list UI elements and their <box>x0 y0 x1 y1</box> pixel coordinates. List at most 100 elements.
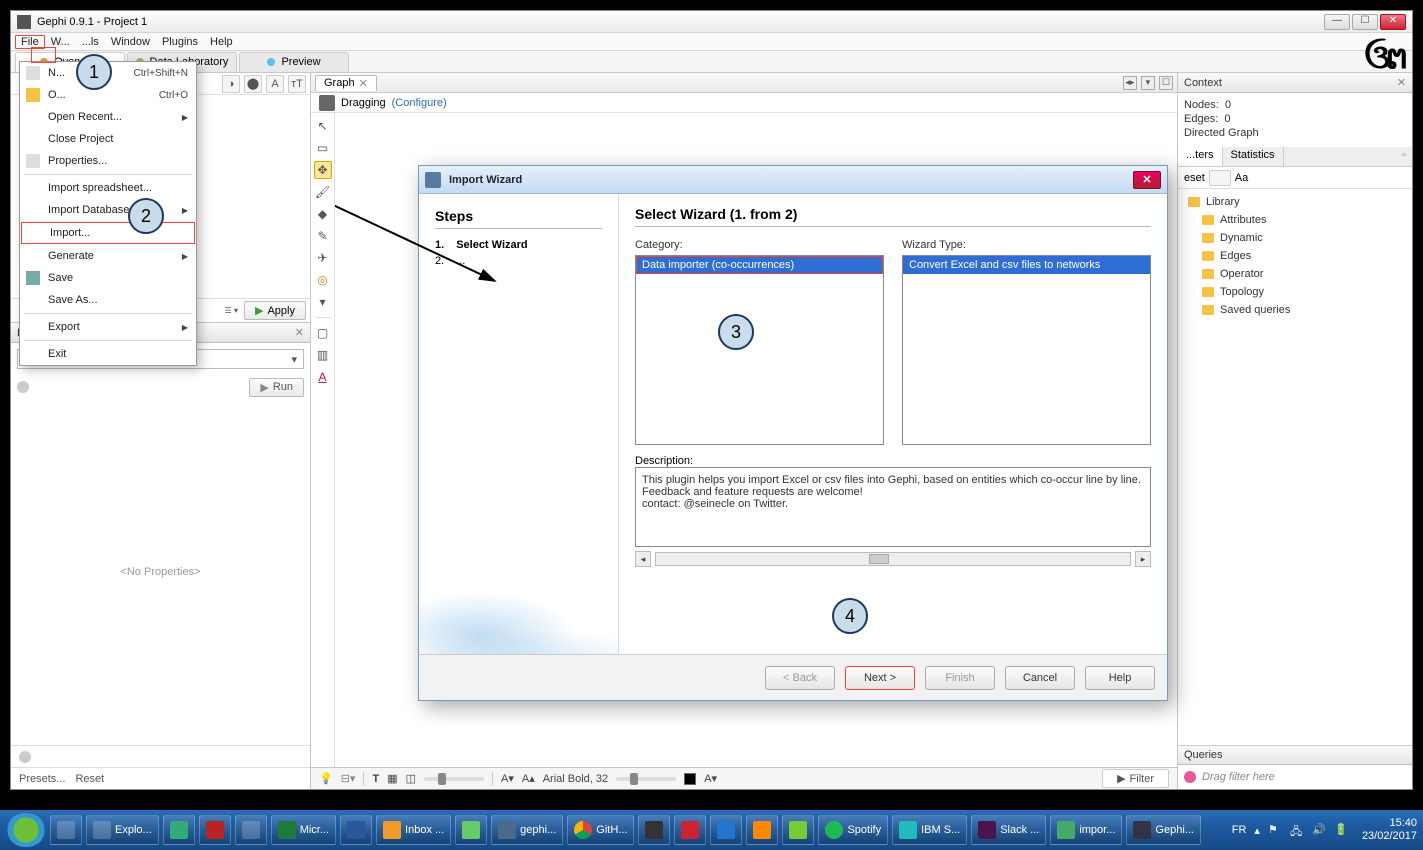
back-button[interactable]: < Back <box>765 666 835 690</box>
show-node-labels-icon[interactable]: ▦ <box>387 772 397 785</box>
switch-icon[interactable]: ⊟▾ <box>341 772 356 785</box>
pen-icon[interactable]: ✎ <box>314 227 332 245</box>
heatmap-icon[interactable]: ◎ <box>314 271 332 289</box>
rect-select-icon[interactable]: ▭ <box>314 139 332 157</box>
font-label[interactable]: Arial Bold, 32 <box>543 773 608 785</box>
graph-tab[interactable]: Graph ✕ <box>315 75 377 91</box>
menu-plugins[interactable]: Plugins <box>156 35 204 49</box>
brush-icon[interactable]: 🖌 <box>314 183 332 201</box>
dialog-close-button[interactable]: ✕ <box>1133 171 1161 189</box>
library-edges[interactable]: Edges <box>1196 247 1408 265</box>
library-saved[interactable]: Saved queries <box>1196 301 1408 319</box>
taskbar-excel[interactable]: Micr... <box>271 815 336 845</box>
settings-icon[interactable] <box>17 381 29 393</box>
menu-save[interactable]: Save <box>20 267 196 289</box>
finish-button[interactable]: Finish <box>925 666 995 690</box>
menu-exit[interactable]: Exit <box>20 343 196 365</box>
text-tool-icon[interactable]: A <box>314 368 332 386</box>
reset-link[interactable]: Reset <box>75 773 104 785</box>
menu-help[interactable]: Help <box>204 35 239 49</box>
library-dynamic[interactable]: Dynamic <box>1196 229 1408 247</box>
run-button[interactable]: ▶ Run <box>249 378 304 397</box>
panel-max-icon[interactable]: ☐ <box>1159 76 1173 90</box>
taskbar-word[interactable] <box>340 815 372 845</box>
scroll-left-icon[interactable]: ◂ <box>635 551 651 567</box>
reset-button[interactable]: eset <box>1184 172 1205 184</box>
window-close-button[interactable]: ✕ <box>1380 14 1406 30</box>
color-swatch[interactable] <box>684 773 696 785</box>
library-operator[interactable]: Operator <box>1196 265 1408 283</box>
tab-statistics[interactable]: Statistics <box>1223 147 1284 166</box>
square-tool-icon[interactable]: ▢ <box>314 324 332 342</box>
aa-icon[interactable]: Aa <box>1235 172 1248 184</box>
filter-button[interactable]: ▶Filter <box>1102 769 1169 788</box>
show-edge-labels-icon[interactable]: ◫ <box>406 772 416 785</box>
taskbar-outlook[interactable]: Inbox ... <box>376 815 451 845</box>
menu-export[interactable]: Export▶ <box>20 316 196 338</box>
menu-open-recent[interactable]: Open Recent...▶ <box>20 106 196 128</box>
tab-preview[interactable]: Preview <box>239 52 349 72</box>
menu-import-spreadsheet[interactable]: Import spreadsheet... <box>20 177 196 199</box>
menu-save-as[interactable]: Save As... <box>20 289 196 311</box>
panel-dropdown-icon[interactable]: ◂▸ <box>1123 76 1137 90</box>
taskbar-item[interactable] <box>163 815 195 845</box>
taskbar-slack[interactable]: Slack ... <box>971 815 1046 845</box>
tray-battery-icon[interactable]: 🔋 <box>1334 823 1348 837</box>
category-listbox[interactable]: Data importer (co-occurrences) <box>635 255 884 445</box>
menu-close-project[interactable]: Close Project <box>20 128 196 150</box>
menu-properties[interactable]: Properties... <box>20 150 196 172</box>
font-inc-icon[interactable]: A▴ <box>522 772 535 785</box>
label-color-icon[interactable]: A <box>266 75 284 93</box>
tray-network-icon[interactable]: 🖧 <box>1290 823 1304 837</box>
start-button[interactable] <box>6 813 46 847</box>
library-root[interactable]: Library <box>1182 193 1408 211</box>
color-icon[interactable]: ◑ <box>222 75 240 93</box>
library-attributes[interactable]: Attributes <box>1196 211 1408 229</box>
taskbar-item[interactable] <box>710 815 742 845</box>
shortest-path-icon[interactable]: ✈ <box>314 249 332 267</box>
options-caret-icon[interactable]: ☰ ▾ <box>225 306 238 315</box>
column-tool-icon[interactable]: ▥ <box>314 346 332 364</box>
configure-link[interactable]: (Configure) <box>392 97 447 109</box>
minimize-button[interactable]: — <box>1324 14 1350 30</box>
attributes-icon[interactable]: A▾ <box>704 772 717 785</box>
next-button[interactable]: Next > <box>845 666 915 690</box>
drag-tool-icon[interactable]: ✥ <box>314 161 332 179</box>
menu-import[interactable]: Import... <box>21 222 195 244</box>
font-dec-icon[interactable]: A▾ <box>501 772 514 785</box>
scroll-right-icon[interactable]: ▸ <box>1135 551 1151 567</box>
panel-dropdown-caret-icon[interactable]: ▾ <box>1141 76 1155 90</box>
wizard-type-listbox[interactable]: Convert Excel and csv files to networks <box>902 255 1151 445</box>
edge-weight-slider[interactable] <box>424 777 484 781</box>
taskbar-chrome[interactable]: GitH... <box>567 815 634 845</box>
system-clock[interactable]: 15:40 23/02/2017 <box>1362 817 1417 843</box>
category-option[interactable]: Data importer (co-occurrences) <box>636 256 883 274</box>
list-icon[interactable] <box>1209 170 1231 186</box>
tray-flag-icon[interactable]: ⚑ <box>1268 823 1282 837</box>
taskbar-item[interactable] <box>199 815 231 845</box>
panel-close-icon[interactable]: ▫ <box>1396 147 1412 166</box>
size-icon[interactable]: ⬤ <box>244 75 262 93</box>
tray-caret-icon[interactable]: ▴ <box>1254 824 1260 837</box>
taskbar-gephi[interactable]: gephi... <box>491 815 563 845</box>
library-topology[interactable]: Topology <box>1196 283 1408 301</box>
description-scrollbar[interactable]: ◂ ▸ <box>635 551 1151 567</box>
menu-window[interactable]: Window <box>105 35 156 49</box>
menu-open[interactable]: O...Ctrl+O <box>20 84 196 106</box>
label-size-icon[interactable]: тT <box>288 75 306 93</box>
panel-close-icon[interactable]: ✕ <box>295 326 304 339</box>
panel-close-icon[interactable]: ✕ <box>1397 76 1406 89</box>
taskbar-item[interactable] <box>674 815 706 845</box>
tray-volume-icon[interactable]: 🔊 <box>1312 823 1326 837</box>
wizard-type-option[interactable]: Convert Excel and csv files to networks <box>903 256 1150 274</box>
taskbar-import[interactable]: impor... <box>1050 815 1122 845</box>
maximize-button[interactable]: ☐ <box>1352 14 1378 30</box>
lang-indicator[interactable]: FR <box>1232 824 1247 836</box>
menu-tools[interactable]: ...ls <box>76 35 105 49</box>
taskbar-gephi2[interactable]: Gephi... <box>1126 815 1201 845</box>
taskbar-ibm[interactable]: IBM S... <box>892 815 967 845</box>
label-size-slider[interactable] <box>616 777 676 781</box>
tab-filters[interactable]: ...ters <box>1178 147 1223 166</box>
tab-close-icon[interactable]: ✕ <box>359 77 368 90</box>
taskbar-explorer[interactable]: Explo... <box>86 815 159 845</box>
